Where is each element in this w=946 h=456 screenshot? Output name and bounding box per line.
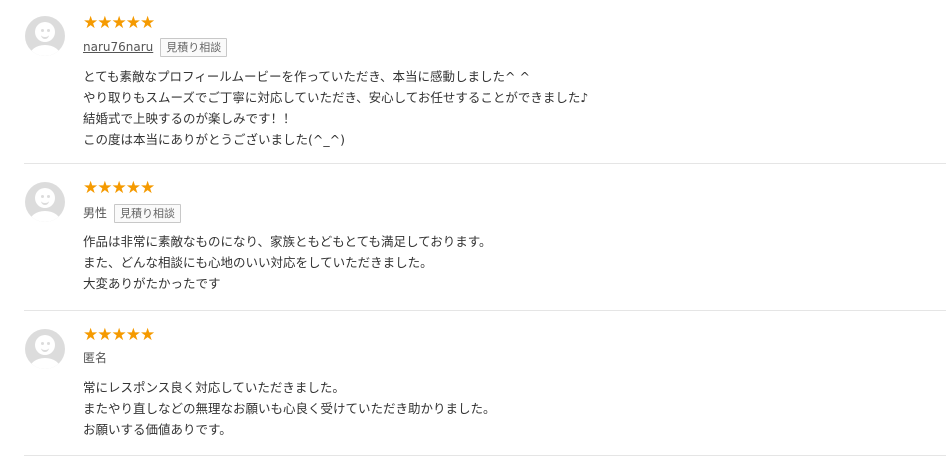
review-meta: naru76naru 見積り相談 [83, 37, 228, 57]
star-rating: ★★★★★ [83, 13, 155, 33]
review-comment-line: とても素敵なプロフィールムービーを作っていただき、本当に感動しました^ ^ [83, 69, 530, 84]
review-comment-line: やり取りもスムーズでご丁寧に対応していただき、安心してお任せすることができました… [83, 90, 589, 105]
review-item: ★★★★★ naru76naru 見積り相談 とても素敵なプロフィールムービーを… [24, 0, 946, 164]
review-meta: 男性 見積り相談 [83, 203, 182, 223]
default-user-avatar-icon[interactable] [25, 16, 65, 56]
reviewer-name: 匿名 [83, 351, 108, 365]
default-user-avatar-icon [25, 329, 65, 369]
review-comment: 作品は非常に素敵なものになり、家族ともどもとても満足しております。 また、どんな… [83, 231, 903, 294]
service-type-badge: 見積り相談 [114, 203, 182, 223]
review-comment-line: 大変ありがたかったです [83, 276, 221, 291]
service-type-badge: 見積り相談 [160, 37, 228, 57]
reviewer-name: 男性 [83, 206, 108, 220]
reviewer-name-link[interactable]: naru76naru [83, 37, 153, 57]
review-comment-line: 結婚式で上映するのが楽しみです！！ [83, 111, 296, 126]
star-rating: ★★★★★ [83, 178, 155, 198]
default-user-avatar-icon [25, 182, 65, 222]
review-comment-line: 常にレスポンス良く対応していただきました。 [83, 380, 345, 395]
review-list: ★★★★★ naru76naru 見積り相談 とても素敵なプロフィールムービーを… [24, 0, 946, 456]
review-comment: とても素敵なプロフィールムービーを作っていただき、本当に感動しました^ ^ やり… [83, 66, 903, 150]
review-comment-line: またやり直しなどの無理なお願いも心良く受けていただき助かりました。 [83, 401, 496, 416]
star-rating: ★★★★★ [83, 325, 155, 345]
review-item: ★★★★★ 匿名 常にレスポンス良く対応していただきました。 またやり直しなどの… [24, 311, 946, 456]
review-meta: 匿名 [83, 348, 107, 368]
review-comment-line: 作品は非常に素敵なものになり、家族ともどもとても満足しております。 [83, 234, 492, 249]
review-comment-line: この度は本当にありがとうございました(^_^) [83, 132, 345, 147]
review-comment-line: また、どんな相談にも心地のいい対応をしていただきました。 [83, 255, 433, 270]
review-item: ★★★★★ 男性 見積り相談 作品は非常に素敵なものになり、家族ともどもとても満… [24, 164, 946, 311]
review-comment-line: お願いする価値ありです。 [83, 422, 232, 437]
review-comment: 常にレスポンス良く対応していただきました。 またやり直しなどの無理なお願いも心良… [83, 377, 903, 440]
